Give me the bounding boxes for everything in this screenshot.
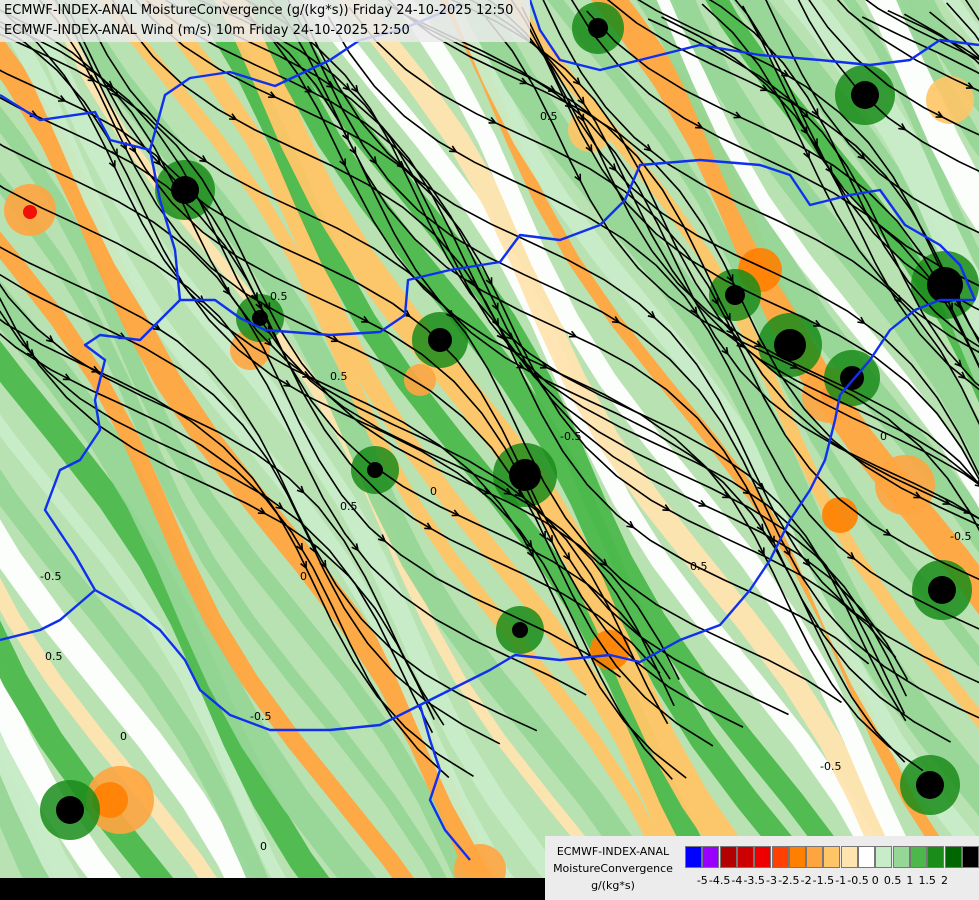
contour-label: -0.5 [820, 760, 841, 773]
convergence-core [56, 796, 84, 824]
legend-swatch [858, 846, 875, 868]
divergence-pocket [926, 76, 974, 124]
contour-label: 0 [430, 485, 437, 498]
legend-swatch [840, 846, 858, 868]
legend-tick-label: -3.5 [743, 874, 765, 887]
contour-label: 0 [300, 570, 307, 583]
legend-swatch [685, 846, 702, 868]
legend-tick-label: -1.5 [812, 874, 835, 887]
convergence-core [428, 328, 452, 352]
contour-label: -0.5 [560, 430, 581, 443]
legend-unit-label: g/(kg*s) [591, 879, 635, 892]
convergence-core [588, 18, 608, 38]
legend-tick-label: -2 [800, 874, 812, 887]
legend-tick-label: -0.5 [847, 874, 869, 887]
legend-swatch [736, 846, 754, 868]
divergence-pocket [23, 205, 37, 219]
legend-swatch [944, 846, 962, 868]
contour-label: -0.5 [950, 530, 971, 543]
legend-tick-label: -2.5 [778, 874, 800, 887]
legend-tick-label: 0.5 [883, 874, 902, 887]
legend-swatch [875, 846, 893, 868]
legend-swatch [788, 846, 806, 868]
contour-label: 0.5 [45, 650, 63, 663]
legend-tick-label: 2 [941, 874, 948, 887]
divergence-pocket [875, 455, 935, 515]
legend-tick-label: -4.5 [708, 874, 731, 887]
legend-swatch [823, 846, 841, 868]
map-layers: 00.5-0.50.50-0.50.50-0.5-0.50.500.5-0.50… [0, 0, 979, 900]
legend-swatch [754, 846, 772, 868]
legend-tick-label: -5 [696, 874, 708, 887]
contour-label: 0.5 [540, 110, 558, 123]
convergence-core [512, 622, 528, 638]
contour-label: -0.5 [250, 710, 271, 723]
contour-label: 0 [880, 430, 887, 443]
contour-label: 0 [120, 730, 127, 743]
legend-tick-label: -3 [766, 874, 777, 887]
title-moisture-convergence: ECMWF-INDEX-ANAL MoistureConvergence (g/… [4, 3, 514, 18]
convergence-core [916, 771, 944, 799]
legend-swatch [909, 846, 927, 868]
divergence-pocket [822, 497, 858, 533]
legend-tick-label: 1 [906, 874, 914, 887]
map-title-box: ECMWF-INDEX-ANAL MoistureConvergence (g/… [0, 0, 530, 42]
legend-swatch [927, 846, 945, 868]
legend-swatch [719, 846, 737, 868]
convergence-core [928, 576, 956, 604]
legend-tick-label: 1.5 [918, 874, 936, 887]
legend-swatch [702, 846, 720, 868]
contour-label: 0.5 [690, 560, 708, 573]
contour-label: 0 [260, 840, 267, 853]
title-wind: ECMWF-INDEX-ANAL Wind (m/s) 10m Friday 2… [4, 23, 410, 38]
contour-label: 0.5 [270, 290, 288, 303]
legend-swatch [892, 846, 910, 868]
contour-label: -0.5 [40, 570, 61, 583]
contour-label: 0.5 [340, 500, 358, 513]
legend-tick-label: -1 [835, 874, 847, 887]
legend-variable-label: MoistureConvergence [553, 862, 673, 875]
color-legend: ECMWF-INDEX-ANAL MoistureConvergence g/(… [545, 836, 979, 900]
legend-swatch [771, 846, 789, 868]
legend-model-label: ECMWF-INDEX-ANAL [556, 845, 670, 858]
bottom-bar [0, 878, 545, 900]
map-canvas[interactable]: 0 0.5 -0.5 0.5 0 -0.5 0.5 0 -0.5 -0.5 0.5 0 0.5 -0.5 0… [0, 0, 979, 900]
legend-tick-label: 0 [871, 874, 879, 887]
legend-swatch [961, 846, 979, 868]
legend-tick-label: -4 [731, 874, 743, 887]
legend-swatch [806, 846, 824, 868]
contour-label: 0.5 [330, 370, 348, 383]
